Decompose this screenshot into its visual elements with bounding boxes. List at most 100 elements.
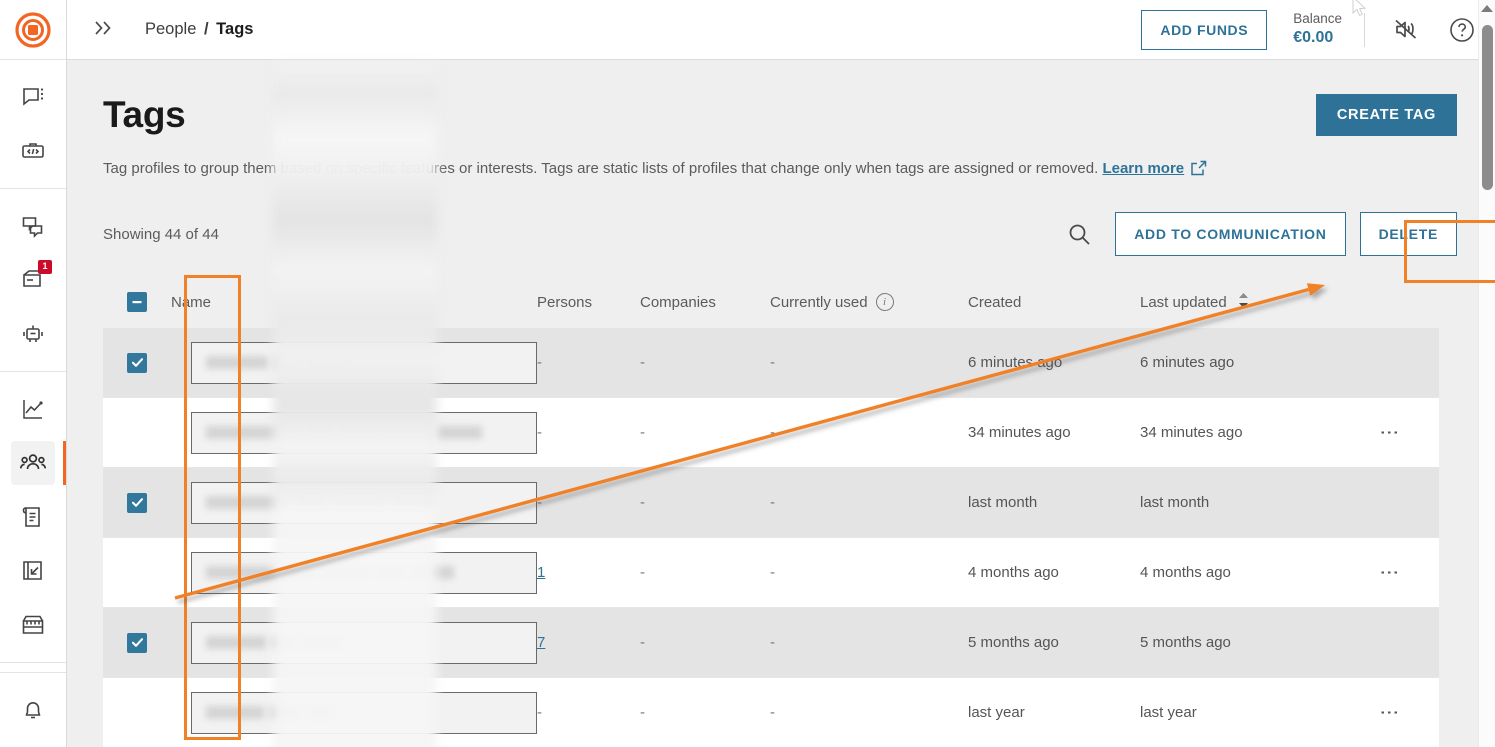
add-funds-button[interactable]: ADD FUNDS: [1141, 9, 1268, 50]
collapse-sidebar-button[interactable]: [85, 15, 123, 45]
cell-persons-wrap: -: [537, 424, 640, 442]
cell-last-updated: last year: [1140, 704, 1197, 721]
cell-persons-link[interactable]: 7: [537, 634, 545, 651]
sidebar-item-notifications[interactable]: [11, 688, 55, 732]
table-row[interactable]: - - - 34 minutes ago 34 minutes ago ⋮: [103, 398, 1439, 468]
cell-currently-used: -: [770, 634, 775, 651]
cell-name[interactable]: [171, 551, 537, 594]
scroll-up-arrow-icon[interactable]: [1481, 5, 1493, 12]
sort-updown-icon[interactable]: [1236, 292, 1251, 313]
cell-last-updated: 34 minutes ago: [1140, 424, 1243, 441]
breadcrumb: People / Tags: [145, 20, 253, 39]
column-header-last-updated[interactable]: Last updated: [1140, 292, 1338, 313]
table-row[interactable]: - - - last year last year ⋮: [103, 678, 1439, 747]
tag-name-box[interactable]: [191, 691, 537, 734]
scrollbar-thumb[interactable]: [1482, 25, 1493, 190]
row-checkbox[interactable]: [127, 492, 147, 513]
table-row[interactable]: - - - last month last month: [103, 468, 1439, 538]
row-checkbox[interactable]: [127, 423, 147, 443]
breadcrumb-current: Tags: [216, 20, 254, 38]
external-link-icon[interactable]: [1191, 160, 1207, 182]
table-row[interactable]: - - - 6 minutes ago 6 minutes ago: [103, 328, 1439, 398]
learn-more-link[interactable]: Learn more: [1102, 160, 1184, 177]
kebab-menu-icon[interactable]: ⋮: [1378, 563, 1399, 582]
cell-created: 34 minutes ago: [968, 424, 1071, 441]
inbox-badge: 1: [38, 260, 52, 274]
sidebar-item-campaigns[interactable]: [11, 549, 55, 593]
row-checkbox[interactable]: [127, 632, 147, 653]
column-header-currently-used-label: Currently used: [770, 293, 868, 311]
redacted-text-chunk: [375, 566, 405, 579]
cell-name[interactable]: [171, 621, 537, 664]
redacted-text-chunk: [295, 496, 327, 509]
cell-persons-link[interactable]: 1: [537, 564, 545, 581]
cell-name[interactable]: [171, 341, 537, 384]
column-header-currently-used[interactable]: Currently used i: [770, 293, 968, 311]
list-toolbar: Showing 44 of 44 ADD TO COMMUNICATION DE…: [103, 212, 1457, 256]
page-subtitle: Tag profiles to group them based on spec…: [103, 158, 1457, 182]
info-circle-icon[interactable]: i: [875, 293, 894, 311]
cell-companies: -: [640, 703, 645, 721]
column-header-persons[interactable]: Persons: [537, 294, 640, 311]
tag-name-box[interactable]: [191, 341, 537, 384]
row-checkbox[interactable]: [127, 352, 147, 373]
cell-last-updated: 5 months ago: [1140, 634, 1231, 651]
cell-name[interactable]: [171, 411, 537, 454]
tag-name-box[interactable]: [191, 621, 537, 664]
vertical-scrollbar[interactable]: [1478, 0, 1495, 747]
kebab-menu-icon[interactable]: ⋮: [1378, 423, 1399, 442]
sidebar-item-analytics[interactable]: [11, 387, 55, 431]
tag-name-box[interactable]: [191, 551, 537, 594]
sidebar-item-storefront[interactable]: [11, 603, 55, 647]
cell-persons-wrap: -: [537, 354, 640, 372]
redacted-text-chunk: [436, 426, 482, 439]
table-row[interactable]: 7 - - 5 months ago 5 months ago: [103, 608, 1439, 678]
rail-group-3: [0, 372, 66, 663]
cell-persons-wrap: 1: [537, 564, 640, 582]
sidebar-item-inbox[interactable]: 1: [11, 258, 55, 302]
cell-currently-used: -: [770, 494, 775, 511]
row-checkbox[interactable]: [127, 563, 147, 583]
sidebar-item-bots[interactable]: [11, 312, 55, 356]
rail-group-4: [0, 673, 66, 747]
column-header-created[interactable]: Created: [968, 294, 1140, 311]
page-title: Tags: [103, 94, 186, 135]
column-header-name[interactable]: Name: [171, 294, 537, 311]
kebab-menu-icon[interactable]: ⋮: [1378, 703, 1399, 722]
check-icon: [131, 358, 143, 367]
row-checkbox-cell: [103, 678, 171, 747]
tag-name-box[interactable]: [191, 481, 537, 524]
cell-currently-used: -: [770, 564, 775, 581]
main-area: People / Tags ADD FUNDS Balance €0.00 Ta…: [67, 0, 1495, 747]
sidebar-item-developers[interactable]: [11, 129, 55, 173]
app-logo[interactable]: [0, 0, 66, 60]
row-checkbox[interactable]: [127, 703, 147, 723]
search-button[interactable]: [1059, 214, 1099, 254]
select-all-checkbox[interactable]: [127, 292, 147, 312]
cell-persons: -: [537, 703, 542, 721]
sidebar-item-chat[interactable]: [11, 75, 55, 119]
mute-button[interactable]: [1387, 11, 1425, 49]
sidebar-item-content[interactable]: [11, 495, 55, 539]
tag-name-box[interactable]: [191, 411, 537, 454]
cell-companies: -: [640, 353, 645, 371]
table-body: - - - 6 minutes ago 6 minutes ago - - - …: [103, 328, 1439, 747]
sidebar-item-people[interactable]: [11, 441, 66, 485]
sidebar-item-conversations[interactable]: [11, 204, 55, 248]
add-to-communication-button[interactable]: ADD TO COMMUNICATION: [1115, 212, 1346, 256]
breadcrumb-parent[interactable]: People: [145, 20, 196, 38]
cell-name[interactable]: [171, 481, 537, 524]
cell-companies: -: [640, 423, 645, 441]
cell-row-menu: ⋮: [1338, 563, 1439, 582]
delete-button[interactable]: DELETE: [1359, 212, 1457, 256]
column-header-companies[interactable]: Companies: [640, 294, 770, 311]
conversations-icon: [22, 217, 43, 238]
table-row[interactable]: 1 - - 4 months ago 4 months ago ⋮: [103, 538, 1439, 608]
create-tag-button[interactable]: CREATE TAG: [1315, 94, 1457, 136]
cell-name[interactable]: [171, 691, 537, 734]
redacted-text-chunk: [206, 496, 290, 509]
redacted-text-chunk: [332, 496, 386, 509]
help-button[interactable]: [1443, 11, 1481, 49]
cell-currently-used: -: [770, 704, 775, 721]
chat-menu-icon: [23, 88, 44, 106]
